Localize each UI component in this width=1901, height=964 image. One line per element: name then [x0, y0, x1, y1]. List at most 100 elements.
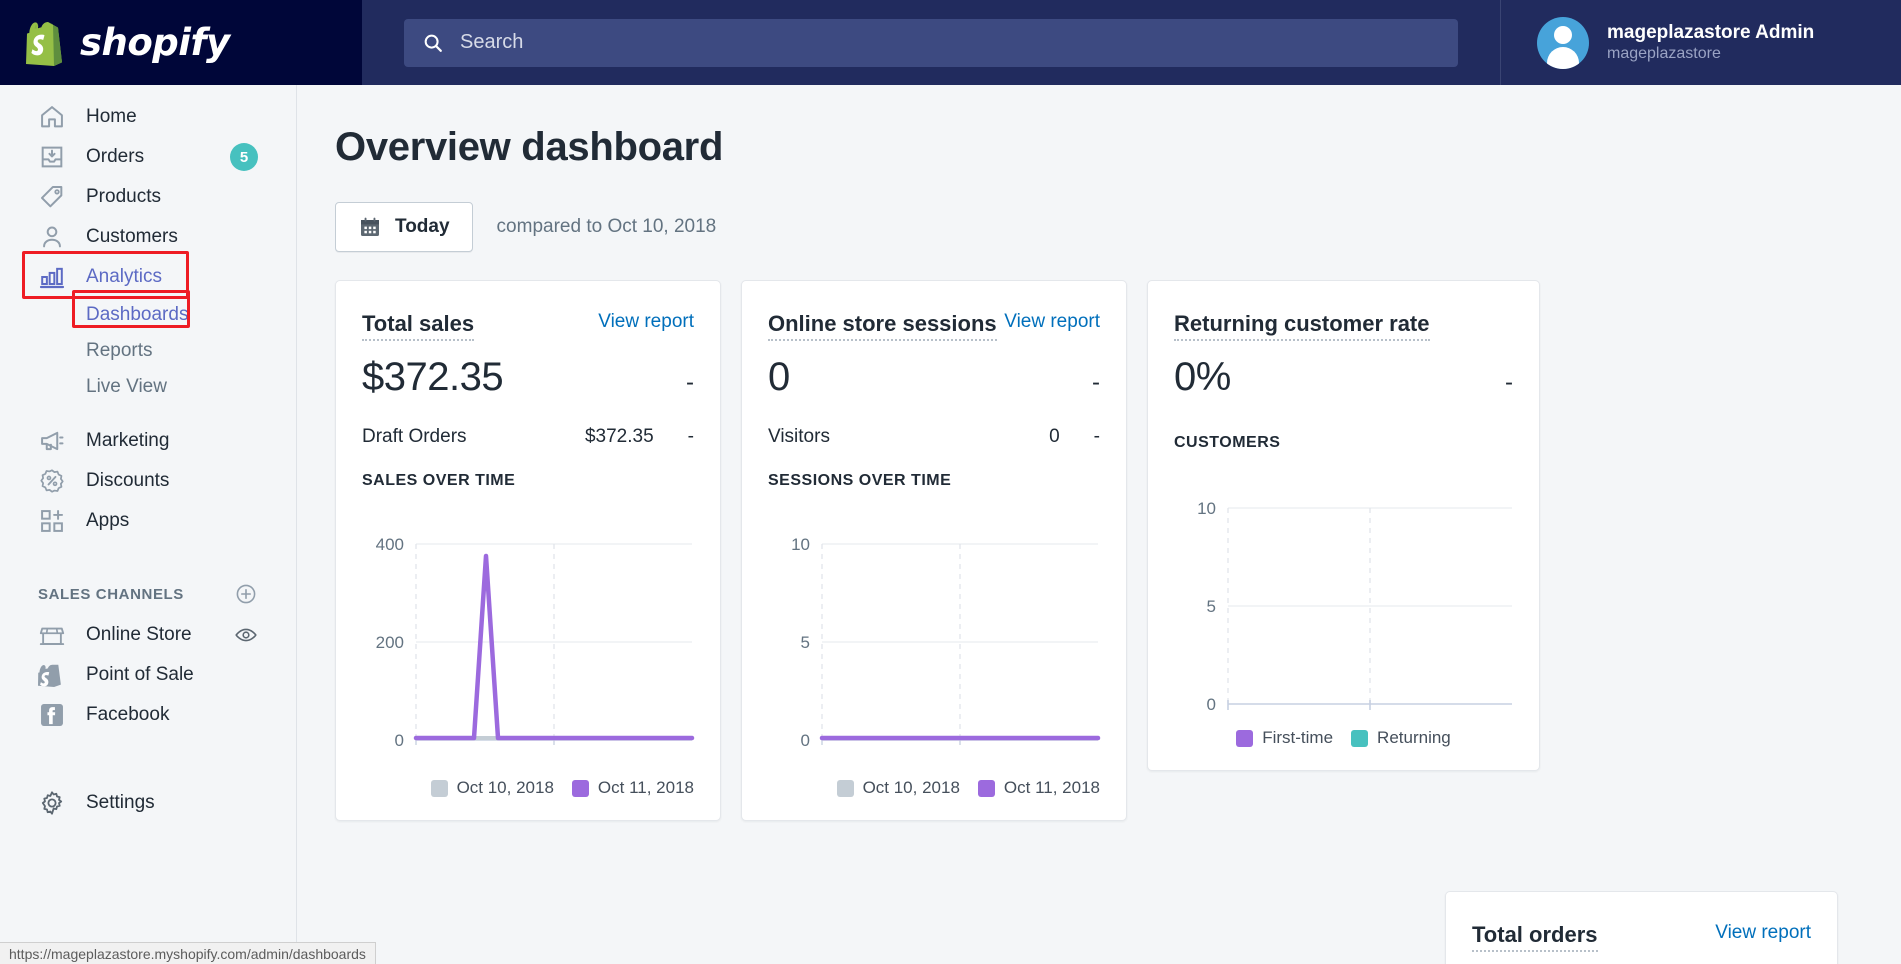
chart-sessions-over-time: 10 5 0 Oct 11 12 PM [768, 504, 1100, 754]
shopify-logo[interactable]: shopify [0, 0, 362, 85]
top-bar: shopify Search mageplazastore Admin mage… [0, 0, 1901, 85]
discount-badge-icon [38, 467, 66, 495]
sidebar-item-live-view[interactable]: Live View [0, 369, 296, 405]
card-header: Total orders View report [1472, 922, 1811, 952]
legend-item[interactable]: Oct 11, 2018 [978, 778, 1100, 798]
card-title: Total orders [1472, 922, 1598, 952]
comparison-label: compared to Oct 10, 2018 [497, 216, 717, 238]
sidebar-subitem-label: Dashboards [86, 304, 188, 326]
sidebar-item-marketing[interactable]: Marketing [0, 421, 296, 461]
home-icon [38, 103, 66, 131]
y-tick-5: 5 [1207, 597, 1216, 616]
page-title: Overview dashboard [335, 125, 1901, 170]
account-store: mageplazastore [1607, 44, 1814, 64]
sidebar-spacer [0, 405, 296, 421]
sidebar-subitem-label: Reports [86, 340, 153, 362]
y-tick-200: 200 [376, 633, 404, 652]
chart-legend: Oct 10, 2018 Oct 11, 2018 [768, 778, 1100, 798]
plus-circle-icon[interactable] [234, 582, 258, 606]
status-bar-url: https://mageplazastore.myshopify.com/adm… [0, 942, 376, 964]
card-value: 0% [1174, 355, 1231, 400]
sidebar-item-label: Orders [86, 146, 144, 168]
sidebar-item-analytics[interactable]: Analytics [0, 257, 296, 297]
sales-line-chart: 400 200 0 Oct 11 12 PM [362, 504, 696, 749]
card-total-sales: Total sales View report $372.35 - Draft … [335, 280, 721, 821]
eye-icon[interactable] [234, 623, 258, 647]
sidebar-item-customers[interactable]: Customers [0, 217, 296, 257]
card-title: Online store sessions [768, 311, 997, 341]
sidebar-item-label: Marketing [86, 430, 169, 452]
card-header: Returning customer rate [1174, 311, 1513, 341]
sales-channels-label: SALES CHANNELS [38, 586, 184, 603]
y-tick-400: 400 [376, 535, 404, 554]
subrow-delta: - [1094, 426, 1100, 448]
sidebar-spacer [0, 541, 296, 573]
card-subrow: Draft Orders $372.35 - [362, 426, 694, 448]
gear-icon [38, 789, 66, 817]
calendar-icon [358, 215, 382, 239]
date-range-button[interactable]: Today [335, 202, 473, 252]
sidebar-item-label: Home [86, 106, 137, 128]
sidebar-item-apps[interactable]: Apps [0, 501, 296, 541]
sidebar: Home Orders 5 Products Customers An [0, 85, 297, 964]
sidebar-item-point-of-sale[interactable]: Point of Sale [0, 655, 296, 695]
legend-item[interactable]: First-time [1236, 728, 1333, 748]
sidebar-item-label: Discounts [86, 470, 169, 492]
sidebar-item-settings[interactable]: Settings [0, 783, 296, 823]
bar-chart-icon [38, 263, 66, 291]
pos-shopify-icon [38, 661, 66, 689]
legend-label: First-time [1262, 728, 1333, 748]
view-report-link[interactable]: View report [1004, 311, 1100, 333]
legend-item[interactable]: Oct 10, 2018 [431, 778, 554, 798]
subrow-value: $372.35 [585, 426, 654, 448]
card-delta: - [1505, 369, 1513, 397]
search-input[interactable]: Search [404, 19, 1458, 67]
search-placeholder: Search [460, 31, 523, 54]
legend-swatch [572, 780, 589, 797]
sidebar-item-facebook[interactable]: Facebook [0, 695, 296, 735]
sidebar-item-online-store[interactable]: Online Store [0, 615, 296, 655]
card-total-orders: Total orders View report [1445, 891, 1838, 964]
sidebar-item-label: Point of Sale [86, 664, 194, 686]
customers-bar-chart: 10 5 0 Oct 11 12 PM [1174, 468, 1516, 713]
legend-item[interactable]: Oct 10, 2018 [837, 778, 960, 798]
account-text: mageplazastore Admin mageplazastore [1607, 21, 1814, 65]
sidebar-item-label: Products [86, 186, 161, 208]
sidebar-spacer [0, 767, 296, 783]
sidebar-item-discounts[interactable]: Discounts [0, 461, 296, 501]
sidebar-spacer [0, 735, 296, 767]
legend-swatch [837, 780, 854, 797]
legend-swatch [1351, 730, 1368, 747]
shopify-wordmark: shopify [80, 21, 230, 64]
subrow-label: Draft Orders [362, 426, 585, 448]
account-name: mageplazastore Admin [1607, 21, 1814, 45]
sidebar-item-home[interactable]: Home [0, 97, 296, 137]
legend-item[interactable]: Returning [1351, 728, 1451, 748]
megaphone-icon [38, 427, 66, 455]
view-report-link[interactable]: View report [1715, 922, 1811, 944]
sidebar-item-label: Customers [86, 226, 178, 248]
view-report-link[interactable]: View report [598, 311, 694, 333]
account-menu[interactable]: mageplazastore Admin mageplazastore [1500, 0, 1901, 85]
sidebar-subitem-label: Live View [86, 376, 167, 398]
y-tick-10: 10 [1197, 499, 1216, 518]
orders-count-badge: 5 [230, 143, 258, 171]
apps-grid-icon [38, 507, 66, 535]
card-returning-customer-rate: Returning customer rate 0% - CUSTOMERS 1… [1147, 280, 1540, 771]
sessions-line-chart: 10 5 0 Oct 11 12 PM [768, 504, 1102, 749]
legend-item[interactable]: Oct 11, 2018 [572, 778, 694, 798]
legend-label: Oct 10, 2018 [863, 778, 960, 798]
legend-swatch [978, 780, 995, 797]
sidebar-item-reports[interactable]: Reports [0, 333, 296, 369]
sidebar-item-products[interactable]: Products [0, 177, 296, 217]
sales-channels-header: SALES CHANNELS [0, 573, 296, 615]
sidebar-item-orders[interactable]: Orders 5 [0, 137, 296, 177]
y-tick-10: 10 [791, 535, 810, 554]
chart-legend: First-time Returning [1174, 728, 1513, 748]
y-tick-0: 0 [801, 731, 810, 749]
card-header: Total sales View report [362, 311, 694, 341]
chart-customers: 10 5 0 Oct 11 12 PM [1174, 468, 1513, 718]
chart-legend: Oct 10, 2018 Oct 11, 2018 [362, 778, 694, 798]
card-delta: - [686, 369, 694, 397]
sidebar-item-dashboards[interactable]: Dashboards [0, 297, 296, 333]
